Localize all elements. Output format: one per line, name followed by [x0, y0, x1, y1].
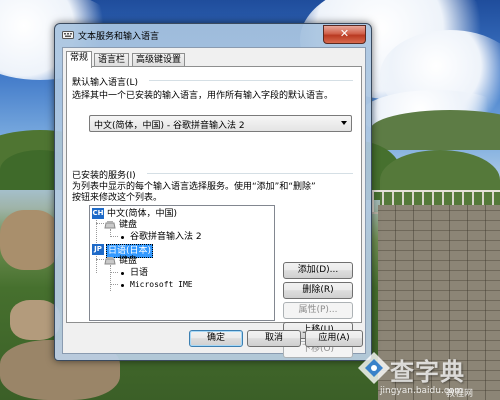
watermark: 查字典 jingyan.baidu.com 教程网	[350, 346, 500, 400]
default-language-select[interactable]: 中文(简体，中国) - 谷歌拼音输入法 2	[89, 115, 352, 132]
tree-service-label: 谷歌拼音输入法 2	[130, 232, 202, 242]
default-language-description: 选择其中一个已安装的输入语言，用作所有输入字段的默认语言。	[72, 91, 334, 101]
bullet-icon	[121, 272, 124, 275]
tree-service-label: Microsoft IME	[130, 280, 193, 289]
keyboard-icon	[62, 31, 74, 39]
keyboard-icon	[104, 257, 116, 265]
apply-button[interactable]: 应用(A)	[305, 330, 363, 347]
tree-group-label: 键盘	[119, 256, 138, 266]
bullet-icon	[121, 284, 124, 287]
tab-general[interactable]: 常规	[66, 51, 93, 68]
cancel-button[interactable]: 取消	[247, 330, 301, 347]
language-badge: CH	[92, 208, 104, 219]
language-badge: JP	[92, 244, 104, 255]
divider	[149, 80, 353, 81]
remove-button[interactable]: 删除(R)	[283, 282, 353, 299]
tree-service-label: 日语	[130, 268, 149, 278]
tab-panel-general: 默认输入语言(L) 选择其中一个已安装的输入语言，用作所有输入字段的默认语言。 …	[66, 66, 362, 358]
ok-button[interactable]: 确定	[189, 330, 243, 347]
close-icon: ✕	[339, 27, 350, 40]
dialog-client-area: 常规 语言栏 高级键设置 默认输入语言(L) 选择其中一个已安装的输入语言，用作…	[62, 47, 366, 358]
chevron-down-icon	[341, 121, 347, 125]
divider	[147, 173, 353, 174]
default-language-value: 中文(简体，中国) - 谷歌拼音输入法 2	[94, 121, 245, 131]
add-button[interactable]: 添加(D)...	[283, 262, 353, 279]
text-services-dialog: 文本服务和输入语言 ✕ 常规 语言栏 高级键设置 默认输入语言(L) 选择其中一…	[54, 23, 372, 361]
default-language-heading: 默认输入语言(L)	[72, 78, 139, 88]
tree-group-label: 键盘	[119, 220, 138, 230]
bullet-icon	[121, 236, 124, 239]
baidu-logo-icon	[358, 352, 390, 384]
tab-advanced-key-settings[interactable]: 高级键设置	[132, 53, 186, 67]
keyboard-icon	[104, 221, 116, 229]
window-title: 文本服务和输入语言	[78, 32, 160, 42]
close-button[interactable]: ✕	[323, 25, 366, 44]
properties-button[interactable]: 属性(P)...	[283, 302, 353, 319]
tab-language-bar[interactable]: 语言栏	[94, 53, 130, 67]
watermark-subtext: 教程网	[446, 389, 474, 399]
installed-services-description-2: 按钮来修改这个列表。	[72, 193, 163, 203]
tree-language-label: 中文(简体，中国)	[107, 209, 178, 219]
watermark-text: 查字典	[390, 358, 465, 386]
title-bar: 文本服务和输入语言 ✕	[55, 24, 371, 46]
installed-services-tree[interactable]: CH 中文(简体，中国) 键盘 谷歌拼音输入法 2 JP 日语(日本) 键盘 日…	[89, 205, 275, 321]
